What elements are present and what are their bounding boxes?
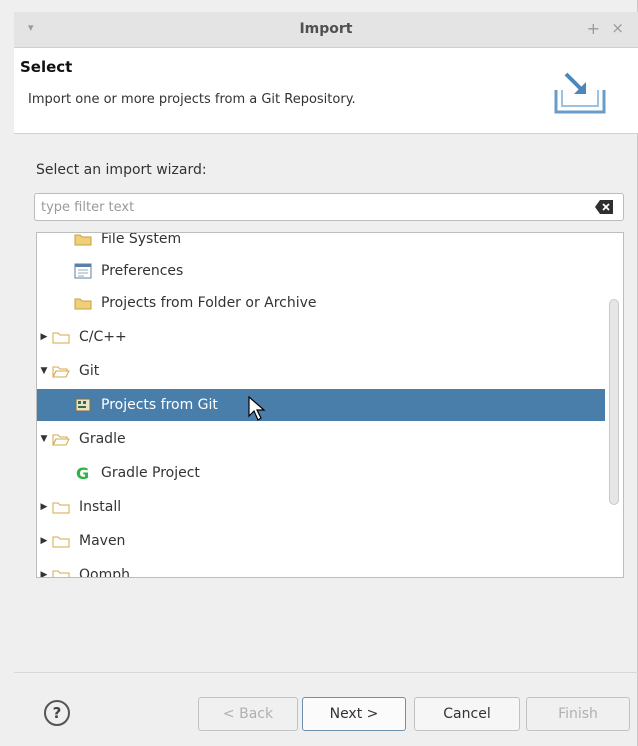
title-bar: ▾ Import + × [14, 12, 638, 48]
folder-icon [73, 295, 93, 311]
collapse-arrow-icon[interactable]: ▼ [37, 366, 51, 376]
tree-item-file-system[interactable]: File System [37, 232, 605, 255]
mouse-cursor-icon [248, 396, 266, 421]
expand-arrow-icon[interactable]: ▶ [37, 536, 51, 546]
help-icon[interactable]: ? [44, 700, 70, 726]
folder-icon [51, 567, 71, 577]
expand-arrow-icon[interactable]: ▶ [37, 570, 51, 577]
expand-arrow-icon[interactable]: ▶ [37, 332, 51, 342]
import-dialog: ▾ Import + × Select Import one or more p… [0, 0, 638, 746]
filter-box [34, 193, 624, 221]
footer-divider [14, 672, 638, 673]
tree-item-label: Projects from Folder or Archive [101, 295, 317, 311]
folder-icon [51, 499, 71, 515]
gradle-icon: G [73, 464, 93, 482]
clear-filter-icon[interactable] [595, 200, 613, 214]
folder-open-icon [51, 431, 71, 447]
tree-item-label: Git [79, 363, 100, 379]
page-description: Import one or more projects from a Git R… [28, 92, 356, 107]
tree-item-projects-from-git[interactable]: Projects from Git [37, 389, 605, 421]
folder-icon [51, 329, 71, 345]
git-project-icon [73, 397, 93, 413]
tree-item-label: C/C++ [79, 329, 127, 345]
close-icon[interactable]: × [611, 19, 624, 37]
tree-item-maven[interactable]: ▶ Maven [37, 525, 605, 557]
tree-item-label: File System [101, 232, 182, 247]
tree-item-label: Install [79, 499, 122, 515]
window-title: Import [299, 21, 353, 37]
wizard-tree[interactable]: File System Preferences Projects from Fo… [36, 232, 624, 578]
folder-icon [73, 233, 93, 247]
tree-item-preferences[interactable]: Preferences [37, 255, 605, 287]
tree-item-label: Gradle [79, 431, 126, 447]
page-title: Select [20, 58, 73, 76]
tree-item-projects-from-folder[interactable]: Projects from Folder or Archive [37, 287, 605, 319]
expand-arrow-icon[interactable]: ▶ [37, 502, 51, 512]
tree-item-label: Projects from Git [101, 397, 218, 413]
tree-item-install[interactable]: ▶ Install [37, 491, 605, 523]
tree-item-oomph[interactable]: ▶ Oomph [37, 559, 605, 578]
finish-button[interactable]: Finish [526, 697, 630, 731]
tree-item-label: Maven [79, 533, 126, 549]
import-wizard-icon [554, 72, 606, 114]
filter-input[interactable] [41, 197, 581, 217]
tree-item-gradle-project[interactable]: G Gradle Project [37, 457, 605, 489]
collapse-arrow-icon[interactable]: ▼ [37, 434, 51, 444]
tree-item-git[interactable]: ▼ Git [37, 355, 605, 387]
tree-item-label: Oomph [79, 567, 130, 578]
tree-item-cpp[interactable]: ▶ C/C++ [37, 321, 605, 353]
tree-item-gradle[interactable]: ▼ Gradle [37, 423, 605, 455]
preferences-icon [73, 263, 93, 279]
folder-open-icon [51, 363, 71, 379]
tree-item-label: Gradle Project [101, 465, 200, 481]
wizard-list-label: Select an import wizard: [36, 162, 207, 178]
next-button[interactable]: Next > [302, 697, 406, 731]
folder-icon [51, 533, 71, 549]
tree-scrollbar[interactable] [609, 299, 619, 505]
wizard-banner: Select Import one or more projects from … [14, 48, 638, 134]
cancel-button[interactable]: Cancel [414, 697, 520, 731]
back-button[interactable]: < Back [198, 697, 298, 731]
tree-item-label: Preferences [101, 263, 184, 279]
maximize-icon[interactable]: + [587, 19, 600, 38]
svg-text:G: G [76, 464, 89, 482]
